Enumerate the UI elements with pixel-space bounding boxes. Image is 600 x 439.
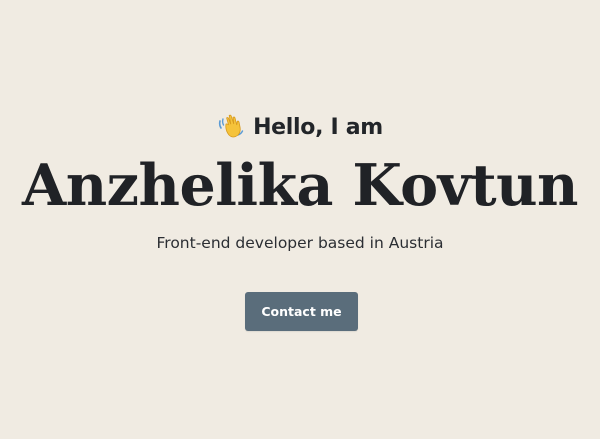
hero-tagline: Front-end developer based in Austria (156, 234, 444, 252)
hero-section: Hello, I am Anzhelika Kovtun Front-end d… (0, 0, 600, 439)
contact-me-button[interactable]: Contact me (245, 292, 358, 331)
greeting: Hello, I am (0, 110, 600, 144)
greeting-text: Hello, I am (253, 114, 383, 140)
waving-hand-icon (217, 112, 245, 140)
hero-name: Anzhelika Kovtun (22, 152, 578, 219)
